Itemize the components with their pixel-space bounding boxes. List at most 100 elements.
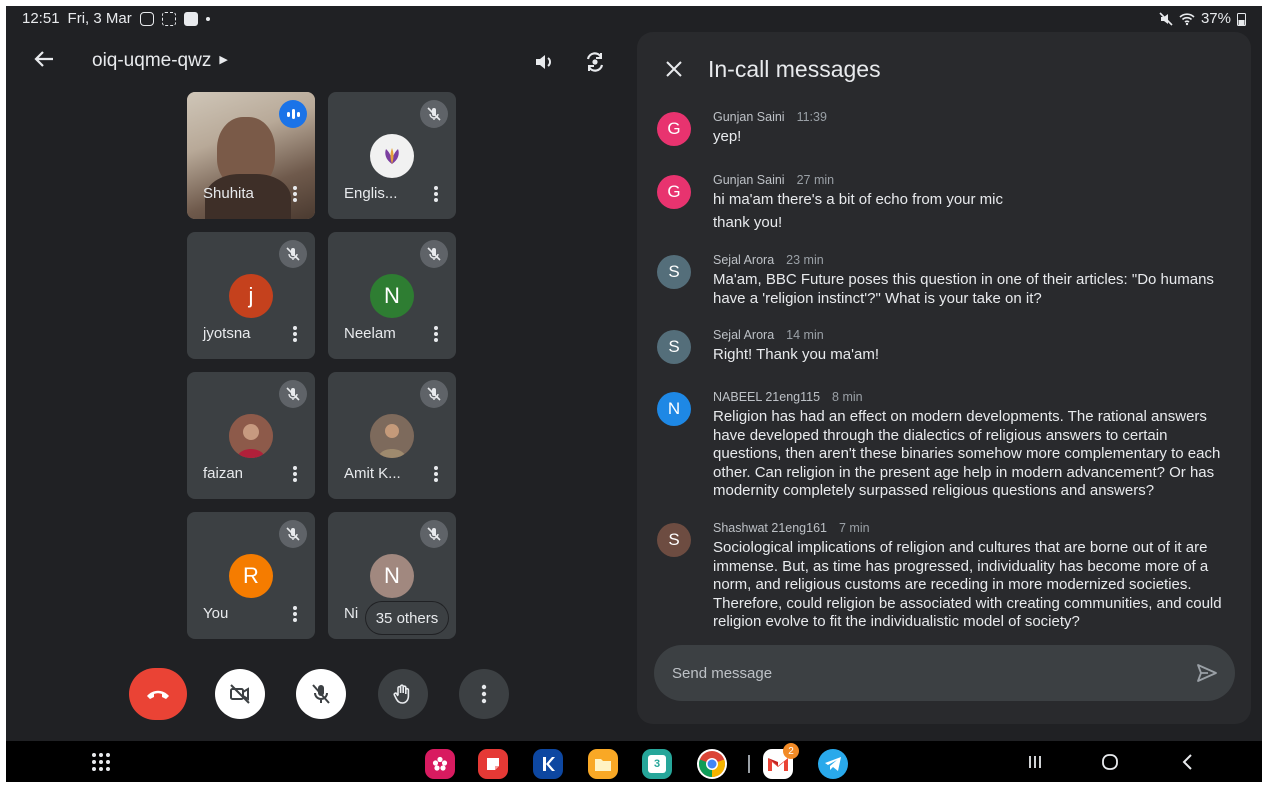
blossom-app-icon[interactable]: [425, 749, 455, 779]
mute-icon: [1159, 11, 1173, 26]
home-icon[interactable]: [1099, 751, 1121, 773]
sender-avatar: S: [657, 523, 691, 557]
clock-date: Fri, 3 Mar: [67, 10, 132, 27]
sender-name: NABEEL 21eng115: [713, 390, 821, 404]
participant-name: jyotsna: [203, 325, 251, 342]
photo-avatar: [370, 414, 414, 458]
message-time: 27 min: [796, 173, 835, 187]
sender-name: Shashwat 21eng161: [713, 521, 827, 535]
message-time: 23 min: [786, 253, 824, 267]
participant-tile[interactable]: faizan: [187, 372, 315, 499]
recent-apps-icon[interactable]: [1024, 751, 1046, 773]
participant-avatar: j: [229, 274, 273, 318]
instagram-icon: [139, 11, 154, 26]
message-text: Ma'am, BBC Future poses this question in…: [713, 271, 1237, 312]
more-options-icon[interactable]: [291, 324, 299, 344]
app-drawer-icon[interactable]: [92, 753, 110, 771]
mic-off-icon: [420, 380, 448, 408]
participant-tile[interactable]: Shuhita: [187, 92, 315, 219]
phone-hangup-icon: [147, 690, 169, 699]
battery-icon: [1237, 12, 1246, 26]
message-time: 8 min: [832, 390, 863, 404]
more-options-icon[interactable]: [432, 324, 440, 344]
gmail-app-icon[interactable]: 2: [763, 743, 799, 779]
message-line: thank you!: [713, 213, 783, 231]
switch-camera-icon[interactable]: [581, 48, 609, 76]
message-text: hi ma'am there's a bit of echo from your…: [713, 191, 1237, 236]
sender-avatar: G: [657, 175, 691, 209]
files-app-icon[interactable]: [588, 749, 618, 779]
message-meta: Gunjan Saini 27 min: [713, 173, 834, 187]
back-nav-icon[interactable]: [1176, 751, 1198, 773]
wifi-icon: [1179, 12, 1195, 25]
gallery-icon: [183, 11, 198, 26]
message-line: Sociological implications of religion an…: [713, 539, 1222, 630]
hand-icon: [393, 684, 410, 704]
more-actions-button[interactable]: [459, 669, 509, 719]
message-time: 11:39: [796, 110, 827, 124]
participant-tile[interactable]: Englis...: [328, 92, 456, 219]
more-notifications-icon: [205, 16, 210, 21]
more-options-icon[interactable]: [432, 184, 440, 204]
notes-app-icon[interactable]: [478, 749, 508, 779]
more-options-icon[interactable]: [291, 464, 299, 484]
message-meta: NABEEL 21eng115 8 min: [713, 390, 863, 404]
message-meta: Shashwat 21eng161 7 min: [713, 521, 870, 535]
gmail-unread-badge: 2: [783, 743, 799, 759]
participant-name: Ni: [344, 605, 359, 622]
send-icon[interactable]: [1195, 661, 1219, 685]
mic-toggle-button[interactable]: [296, 669, 346, 719]
end-call-button[interactable]: [129, 668, 187, 720]
screen-capture-icon: [161, 11, 176, 26]
dock-separator: [748, 755, 750, 773]
participant-name: Englis...: [344, 185, 398, 202]
back-arrow-icon[interactable]: [30, 48, 58, 76]
mic-off-icon: [420, 240, 448, 268]
participant-name: Neelam: [344, 325, 396, 342]
calendar-app-icon[interactable]: 3: [642, 749, 672, 779]
message-line: yep!: [713, 128, 742, 145]
mic-off-icon: [420, 520, 448, 548]
sender-avatar: S: [657, 255, 691, 289]
others-count-button[interactable]: 35 others: [366, 602, 448, 634]
message-text: yep!: [713, 128, 1237, 151]
telegram-app-icon[interactable]: [818, 749, 848, 779]
meeting-code-button[interactable]: oiq-uqme-qwz ▶: [92, 50, 228, 72]
chrome-app-icon[interactable]: [697, 749, 727, 779]
more-options-icon[interactable]: [291, 184, 299, 204]
send-message-input[interactable]: [672, 659, 1172, 687]
participant-name: You: [203, 605, 229, 622]
message-line: hi ma'am there's a bit of echo from your…: [713, 191, 1004, 208]
in-call-messages-panel: In-call messages G Gunjan Saini 11:39 yep…: [637, 32, 1251, 724]
speaker-icon[interactable]: [530, 48, 558, 76]
message-meta: Gunjan Saini 11:39: [713, 110, 827, 124]
message-text: Right! Thank you ma'am!: [713, 346, 1237, 369]
raise-hand-button[interactable]: [378, 669, 428, 719]
camera-toggle-button[interactable]: [215, 669, 265, 719]
message-time: 14 min: [786, 328, 824, 342]
participant-avatar: N: [370, 274, 414, 318]
clock-time: 12:51: [22, 10, 60, 27]
message-text: Religion has had an effect on modern dev…: [713, 408, 1237, 505]
meeting-code: oiq-uqme-qwz: [92, 50, 212, 71]
sender-avatar: G: [657, 112, 691, 146]
sender-name: Sejal Arora: [713, 328, 775, 342]
participant-tile[interactable]: Amit K...: [328, 372, 456, 499]
status-bar: 12:51 Fri, 3 Mar 37%: [6, 6, 1262, 32]
message-meta: Sejal Arora 14 min: [713, 328, 824, 342]
participant-tile-self[interactable]: R You: [187, 512, 315, 639]
close-icon[interactable]: [661, 58, 687, 84]
more-options-icon[interactable]: [291, 604, 299, 624]
speaking-indicator-icon: [279, 100, 307, 128]
kinemaster-app-icon[interactable]: [533, 749, 563, 779]
participant-name: Shuhita: [203, 185, 254, 202]
sender-avatar: S: [657, 330, 691, 364]
participant-tile[interactable]: j jyotsna: [187, 232, 315, 359]
message-text: Sociological implications of religion an…: [713, 539, 1237, 636]
panel-title: In-call messages: [708, 56, 881, 82]
more-options-icon[interactable]: [432, 464, 440, 484]
battery-percent: 37%: [1200, 10, 1231, 27]
participant-tile[interactable]: N Neelam: [328, 232, 456, 359]
send-message-box: [654, 645, 1235, 701]
message-line: Right! Thank you ma'am!: [713, 346, 879, 363]
